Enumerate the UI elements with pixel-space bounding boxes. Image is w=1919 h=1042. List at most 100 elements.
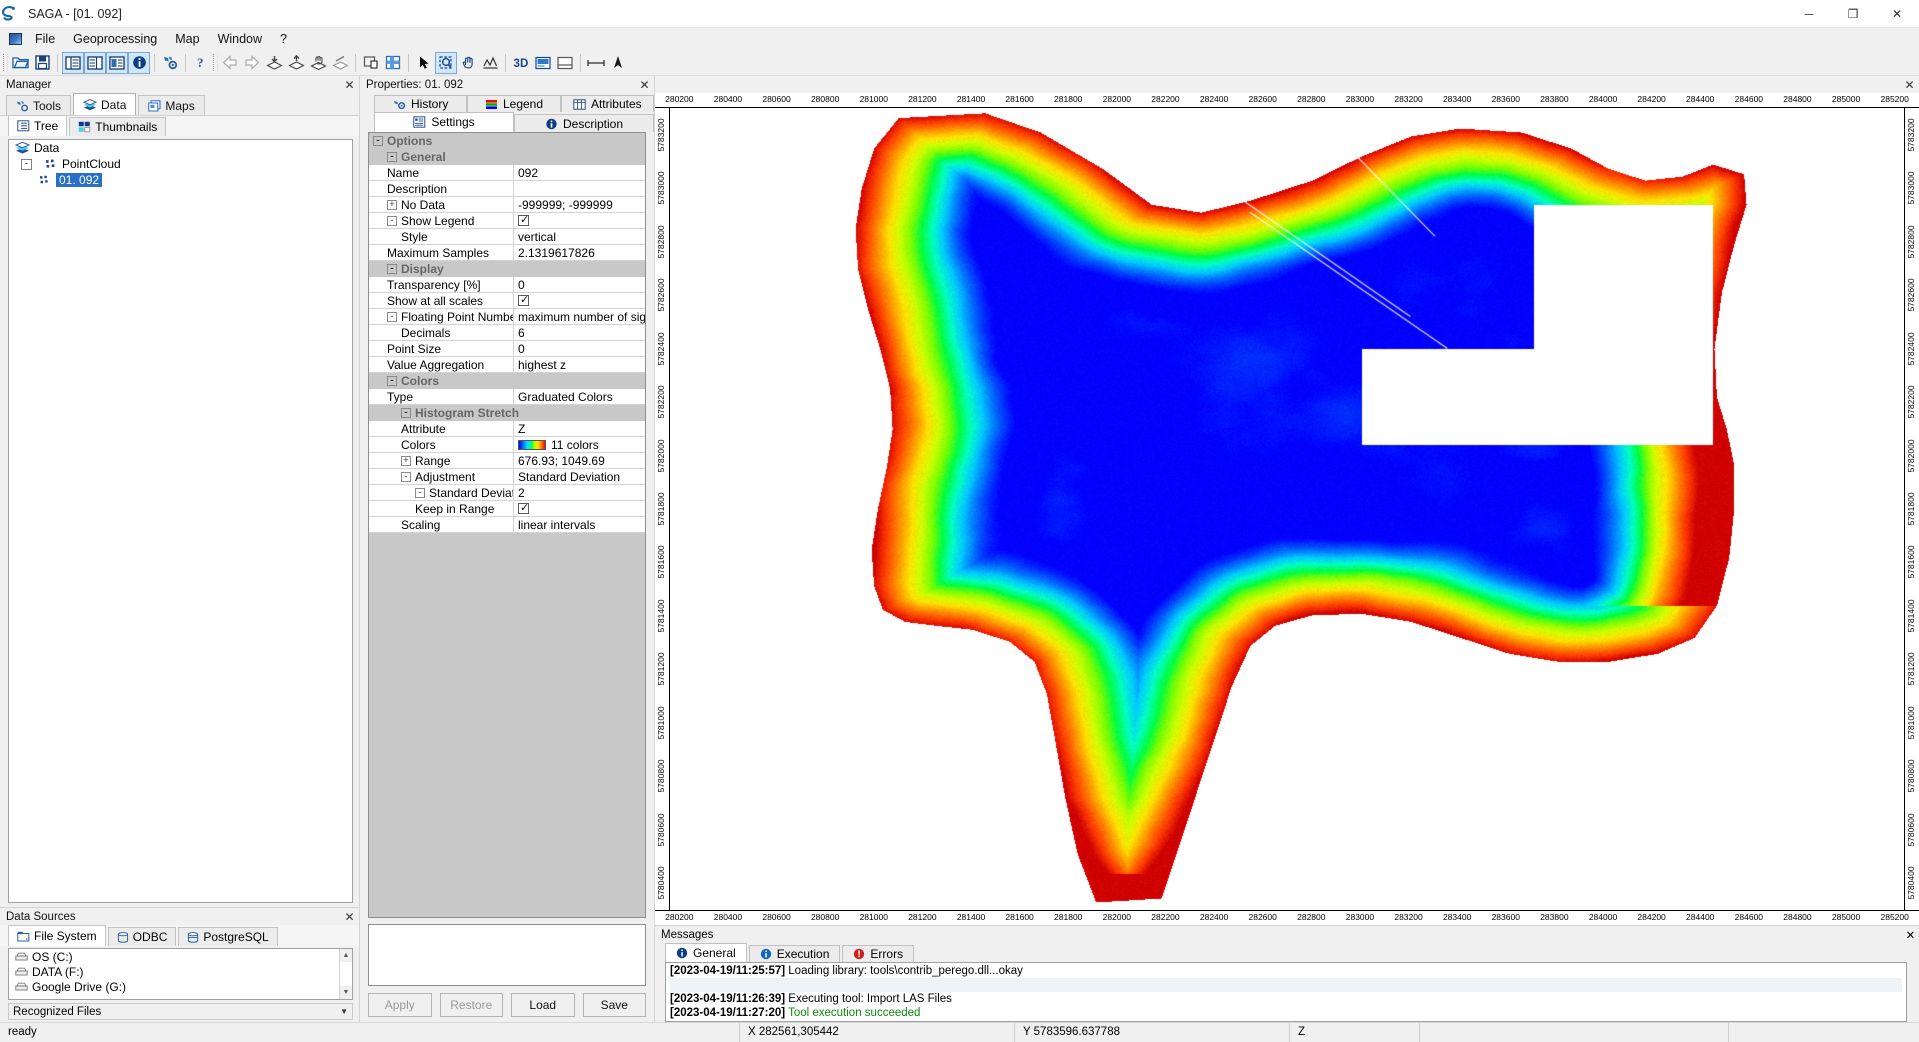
show-properties-icon[interactable] <box>128 51 150 74</box>
tab-odbc[interactable]: ODBC <box>107 927 177 946</box>
menu-file[interactable]: File <box>26 30 64 48</box>
chevron-down-icon[interactable]: ▼ <box>340 1007 348 1016</box>
property-row[interactable]: -Standard Deviatio 2 <box>369 485 645 501</box>
property-value-cell[interactable] <box>514 501 645 517</box>
property-row[interactable]: Colors 11 colors <box>369 437 645 453</box>
property-value-cell[interactable]: linear intervals <box>514 517 645 533</box>
show-tool-manager-icon[interactable] <box>62 51 84 74</box>
tree-item-01-092[interactable]: 01. 092 <box>9 172 352 188</box>
tab-tools[interactable]: Tools <box>6 95 72 115</box>
property-row[interactable]: Decimals 6 <box>369 325 645 341</box>
tile-windows-icon[interactable] <box>382 52 404 74</box>
back-arrow-icon[interactable] <box>219 52 241 74</box>
property-value-cell[interactable]: 11 colors <box>514 437 645 453</box>
minimize-button[interactable]: ─ <box>1787 0 1831 28</box>
data-sources-scrollbar[interactable]: ▲ ▼ <box>339 949 352 999</box>
legend-window-icon[interactable] <box>554 52 576 74</box>
menu-help[interactable]: ? <box>271 30 296 48</box>
property-group-display[interactable]: - Display <box>369 261 645 277</box>
property-group-general[interactable]: - General <box>369 149 645 165</box>
checkbox-show-legend[interactable] <box>518 213 529 226</box>
tree-item-pointcloud[interactable]: - PointCloud <box>9 156 352 172</box>
tab-postgresql[interactable]: PostgreSQL <box>178 927 278 946</box>
3d-view-icon[interactable]: 3D <box>510 52 532 74</box>
load-layer-icon[interactable] <box>263 52 285 74</box>
scatterplot-icon[interactable] <box>532 52 554 74</box>
clear-layer-icon[interactable] <box>329 52 351 74</box>
property-group-colors[interactable]: - Colors <box>369 373 645 389</box>
subtab-thumbnails[interactable]: Thumbnails <box>69 117 167 136</box>
maximize-button[interactable]: ❐ <box>1831 0 1875 28</box>
tab-data[interactable]: Data <box>73 93 137 115</box>
property-row[interactable]: - Adjustment Standard Deviation <box>369 469 645 485</box>
data-tree[interactable]: Data - PointCloud 01. 092 <box>8 139 353 903</box>
map-view[interactable]: 280200 280400 280600 280800 281000 281200 2814… <box>655 93 1919 925</box>
scroll-down-icon[interactable]: ▼ <box>340 986 352 999</box>
data-sources-close-icon[interactable]: ✕ <box>342 910 357 924</box>
property-value-cell[interactable]: 2 <box>514 485 645 501</box>
property-row[interactable]: Maximum Samples 2.1319617826 <box>369 245 645 261</box>
tab-settings[interactable]: Settings <box>374 112 514 132</box>
property-row[interactable]: Description <box>369 181 645 197</box>
menu-map[interactable]: Map <box>166 30 208 48</box>
forward-arrow-icon[interactable] <box>241 52 263 74</box>
properties-grid[interactable]: - Options - General Name 092 Description + No Da… <box>368 132 646 918</box>
data-source-item-data-f[interactable]: DATA (F:) <box>9 964 352 979</box>
property-value-cell[interactable]: highest z <box>514 357 645 373</box>
property-group-histogram-stretch[interactable]: - Histogram Stretch <box>369 405 645 421</box>
open-folder-icon[interactable] <box>9 52 31 74</box>
subtab-tree[interactable]: Tree <box>8 115 68 136</box>
property-row[interactable]: + Range 676.93; 1049.69 <box>369 453 645 469</box>
property-row[interactable]: + No Data -999999; -999999 <box>369 197 645 213</box>
menu-window[interactable]: Window <box>209 30 271 48</box>
lock-window-icon[interactable] <box>360 52 382 74</box>
property-row[interactable]: Style vertical <box>369 229 645 245</box>
save-layer-icon[interactable] <box>285 52 307 74</box>
property-value-cell[interactable]: Standard Deviation <box>514 469 645 485</box>
tab-file-system[interactable]: File System <box>8 925 106 946</box>
help-icon[interactable]: ? <box>190 52 212 74</box>
property-value-cell[interactable]: -999999; -999999 <box>514 197 645 213</box>
property-value-cell[interactable]: 6 <box>514 325 645 341</box>
color-ramp-swatch[interactable] <box>518 439 546 450</box>
recognized-files-bar[interactable]: Recognized Files ▼ <box>8 1003 353 1020</box>
property-value-cell[interactable] <box>514 293 645 309</box>
apply-button[interactable]: Apply <box>368 993 432 1017</box>
show-maps-manager-icon[interactable] <box>106 51 128 74</box>
tree-item-data[interactable]: Data <box>9 140 352 156</box>
restore-button[interactable]: Restore <box>439 993 503 1017</box>
ruler-icon[interactable] <box>585 52 607 74</box>
menu-geoprocessing[interactable]: Geoprocessing <box>64 30 166 48</box>
property-value-cell[interactable] <box>514 213 645 229</box>
expander-icon[interactable]: - <box>373 136 383 146</box>
data-source-item-google-drive-g[interactable]: Google Drive (G:) <box>9 979 352 994</box>
property-row[interactable]: - Show Legend <box>369 213 645 229</box>
tool-library-icon[interactable] <box>159 52 181 74</box>
tab-maps[interactable]: Maps <box>138 95 205 115</box>
properties-close-icon[interactable]: ✕ <box>637 78 652 92</box>
tab-attributes[interactable]: Attributes <box>560 95 654 112</box>
property-value-cell[interactable]: 0 <box>514 341 645 357</box>
show-data-manager-icon[interactable] <box>84 51 106 74</box>
property-value-cell[interactable] <box>514 181 645 197</box>
pan-layer-icon[interactable] <box>307 52 329 74</box>
load-button[interactable]: Load <box>511 993 575 1017</box>
property-row[interactable]: Transparency [%] 0 <box>369 277 645 293</box>
property-value-cell[interactable]: 0 <box>514 277 645 293</box>
property-row[interactable]: - Floating Point Numbers maximum number of… <box>369 309 645 325</box>
measure-distance-icon[interactable] <box>479 52 501 74</box>
manager-close-icon[interactable]: ✕ <box>342 78 357 92</box>
expander-minus-icon[interactable]: - <box>21 158 32 170</box>
property-value-cell[interactable]: vertical <box>514 229 645 245</box>
expander-icon[interactable]: - <box>387 215 397 226</box>
point-cloud-canvas[interactable] <box>669 108 1905 910</box>
property-row[interactable]: Attribute Z <box>369 421 645 437</box>
property-value-cell[interactable]: 2.1319617826 <box>514 245 645 261</box>
expander-icon[interactable]: - <box>387 311 397 322</box>
property-row[interactable]: Point Size 0 <box>369 341 645 357</box>
property-group-options[interactable]: - Options <box>369 133 645 149</box>
expander-icon[interactable]: - <box>401 408 411 418</box>
tab-general[interactable]: General <box>665 943 747 962</box>
expander-icon[interactable]: - <box>387 152 397 162</box>
expander-icon[interactable]: - <box>387 376 397 386</box>
